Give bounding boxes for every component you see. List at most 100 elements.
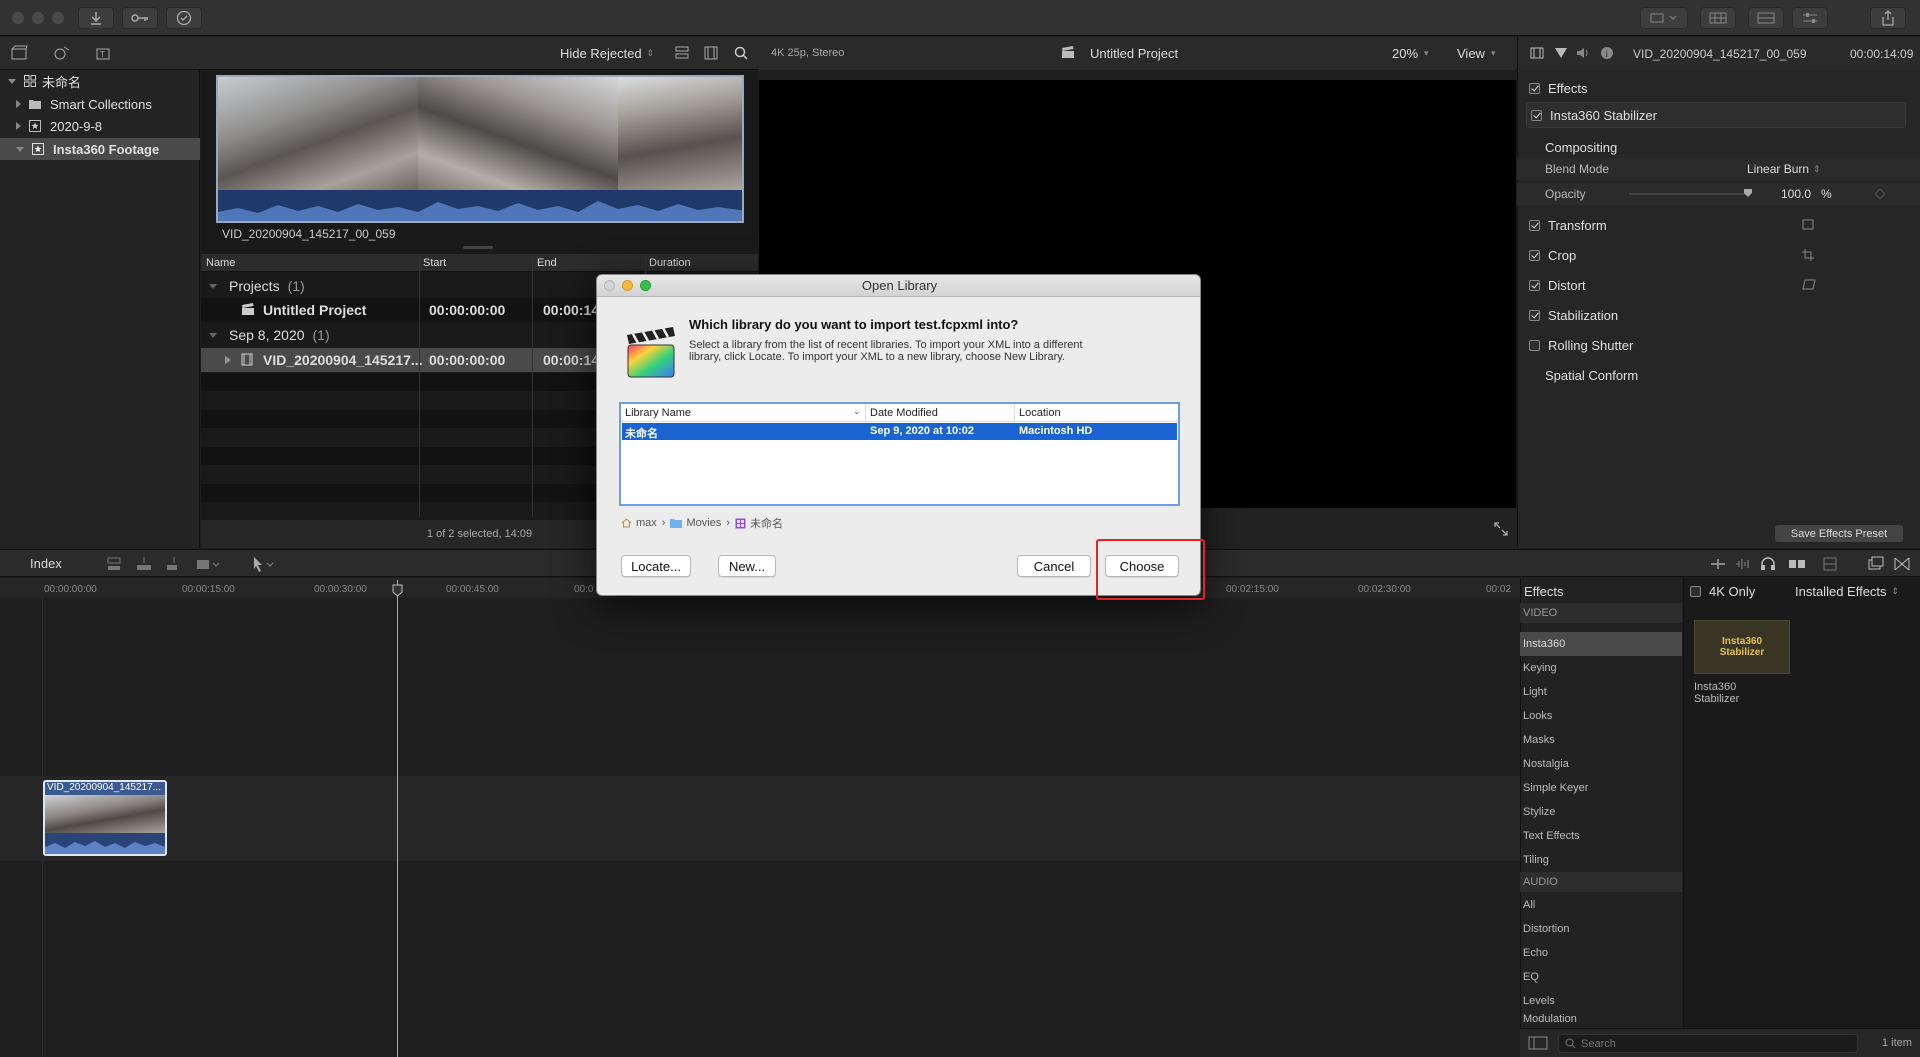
disclosure-triangle-icon[interactable] xyxy=(209,332,217,338)
clip-filmstrip[interactable] xyxy=(216,75,744,223)
effect-category-distortion[interactable]: Distortion xyxy=(1520,917,1682,941)
effect-category-levels[interactable]: Levels xyxy=(1520,989,1682,1013)
timeline-index-button[interactable]: Index xyxy=(30,556,62,571)
effect-category-keying[interactable]: Keying xyxy=(1520,656,1682,680)
fullscreen-icon[interactable] xyxy=(1494,522,1508,536)
window-zoom-button[interactable] xyxy=(52,12,64,24)
photos-audio-icon[interactable] xyxy=(52,45,72,61)
effect-category-masks[interactable]: Masks xyxy=(1520,728,1682,752)
libraries-icon[interactable] xyxy=(10,45,30,61)
headphones-icon[interactable] xyxy=(1760,556,1776,572)
column-header-start[interactable]: Start xyxy=(423,257,446,269)
sidebar-item-library[interactable]: 未命名 xyxy=(0,70,200,92)
rolling-shutter-checkbox[interactable] xyxy=(1529,339,1540,351)
insert-clip-icon[interactable] xyxy=(136,556,152,572)
4k-only-checkbox[interactable] xyxy=(1690,586,1701,597)
sidebar-item-smart-collections[interactable]: Smart Collections xyxy=(0,93,200,115)
dialog-minimize-button[interactable] xyxy=(622,280,633,291)
playhead[interactable] xyxy=(397,580,398,1057)
color-inspector-icon[interactable] xyxy=(1554,47,1568,59)
opacity-slider-knob[interactable] xyxy=(1743,188,1753,198)
sidebar-toggle-icon[interactable] xyxy=(1528,1036,1548,1050)
installed-effects-popup[interactable]: Installed Effects ⇕ xyxy=(1795,584,1899,599)
append-clip-icon[interactable] xyxy=(166,556,182,572)
compositing-section[interactable]: Compositing xyxy=(1517,134,1920,160)
column-header-duration[interactable]: Duration xyxy=(649,257,691,269)
effect-category-looks[interactable]: Looks xyxy=(1520,704,1682,728)
stabilization-checkbox[interactable] xyxy=(1529,309,1540,321)
show-browser-button[interactable] xyxy=(1700,7,1736,29)
stabilizer-checkbox[interactable] xyxy=(1531,109,1542,121)
clip-appearance-icon[interactable] xyxy=(675,46,689,60)
transform-row[interactable]: Transform xyxy=(1517,212,1920,238)
filmstrip-view-icon[interactable] xyxy=(704,46,718,60)
new-library-button[interactable]: New... xyxy=(718,555,776,577)
stabilization-row[interactable]: Stabilization xyxy=(1517,302,1920,328)
cancel-button[interactable]: Cancel xyxy=(1017,555,1091,577)
locate-button[interactable]: Locate... xyxy=(621,555,691,577)
column-header-date-modified[interactable]: Date Modified xyxy=(870,407,938,419)
dialog-close-button[interactable] xyxy=(604,280,615,291)
crop-checkbox[interactable] xyxy=(1529,249,1540,261)
blend-mode-popup[interactable]: Linear Burn ⇕ xyxy=(1747,162,1821,176)
column-header-end[interactable]: End xyxy=(537,257,557,269)
select-tool-icon[interactable] xyxy=(252,556,276,572)
sidebar-item-insta360-footage[interactable]: Insta360 Footage xyxy=(0,138,200,160)
window-close-button[interactable] xyxy=(12,12,24,24)
workspace-menu-button[interactable] xyxy=(1640,7,1688,29)
breadcrumb-item[interactable]: Movies xyxy=(686,517,721,529)
sidebar-item-event-2020-9-8[interactable]: 2020-9-8 xyxy=(0,115,200,137)
disclosure-triangle-icon[interactable] xyxy=(16,100,21,108)
video-inspector-icon[interactable] xyxy=(1530,47,1544,59)
view-menu[interactable]: View ▾ xyxy=(1457,46,1495,61)
effect-category-stylize[interactable]: Stylize xyxy=(1520,800,1682,824)
disclosure-triangle-icon[interactable] xyxy=(225,356,231,364)
effect-category-light[interactable]: Light xyxy=(1520,680,1682,704)
overwrite-clip-icon[interactable] xyxy=(196,556,220,572)
effects-checkbox[interactable] xyxy=(1529,82,1540,94)
search-icon[interactable] xyxy=(734,46,748,60)
rolling-shutter-row[interactable]: Rolling Shutter xyxy=(1517,332,1920,358)
column-header-name[interactable]: Name xyxy=(206,257,235,269)
effect-category-modulation[interactable]: Modulation xyxy=(1520,1013,1682,1025)
show-timeline-button[interactable] xyxy=(1748,7,1784,29)
effects-browser-toggle-icon[interactable] xyxy=(1868,556,1884,572)
effect-category-echo[interactable]: Echo xyxy=(1520,941,1682,965)
opacity-value[interactable]: 100.0 xyxy=(1781,187,1811,201)
distort-onscreen-icon[interactable] xyxy=(1802,279,1816,290)
speaker-icon[interactable] xyxy=(1576,47,1590,59)
distort-checkbox[interactable] xyxy=(1529,279,1540,291)
save-effects-preset-button[interactable]: Save Effects Preset xyxy=(1775,525,1903,542)
stabilizer-effect-row[interactable]: Insta360 Stabilizer xyxy=(1526,102,1906,128)
window-minimize-button[interactable] xyxy=(32,12,44,24)
titles-generators-icon[interactable]: T xyxy=(94,45,114,61)
transform-checkbox[interactable] xyxy=(1529,219,1540,231)
opacity-slider-track[interactable] xyxy=(1629,193,1749,195)
effects-search-input[interactable]: Search xyxy=(1558,1034,1858,1053)
transitions-browser-icon[interactable] xyxy=(1894,556,1910,572)
transform-onscreen-icon[interactable] xyxy=(1802,219,1814,230)
crop-onscreen-icon[interactable] xyxy=(1802,249,1814,261)
effect-category-tiling[interactable]: Tiling xyxy=(1520,848,1682,872)
background-tasks-button[interactable] xyxy=(166,7,202,29)
resize-handle[interactable] xyxy=(463,246,493,249)
effect-category-all[interactable]: All xyxy=(1520,893,1682,917)
show-inspector-button[interactable] xyxy=(1792,7,1828,29)
clip-appearance-icon[interactable] xyxy=(1823,557,1837,571)
effect-category-nostalgia[interactable]: Nostalgia xyxy=(1520,752,1682,776)
breadcrumb-item[interactable]: 未命名 xyxy=(750,515,783,531)
library-row-selected[interactable]: 未命名 Sep 9, 2020 at 10:02 Macintosh HD xyxy=(622,423,1177,440)
disclosure-triangle-icon[interactable] xyxy=(16,146,24,152)
disclosure-triangle-icon[interactable] xyxy=(209,283,217,289)
clip-filter-popup[interactable]: Hide Rejected ⇕ xyxy=(560,46,654,61)
disclosure-triangle-icon[interactable] xyxy=(16,122,21,130)
dialog-zoom-button[interactable] xyxy=(640,280,651,291)
4k-only-filter[interactable]: 4K Only xyxy=(1690,584,1755,599)
effects-row[interactable]: Effects xyxy=(1517,75,1920,101)
column-header-library-name[interactable]: Library Name xyxy=(625,407,691,419)
effect-category-eq[interactable]: EQ xyxy=(1520,965,1682,989)
primary-storyline[interactable] xyxy=(0,776,1520,861)
zoom-popup[interactable]: 20% ▾ xyxy=(1392,46,1429,61)
info-icon[interactable]: i xyxy=(1600,46,1614,60)
timeline-clip[interactable]: VID_20200904_145217... xyxy=(43,780,167,856)
